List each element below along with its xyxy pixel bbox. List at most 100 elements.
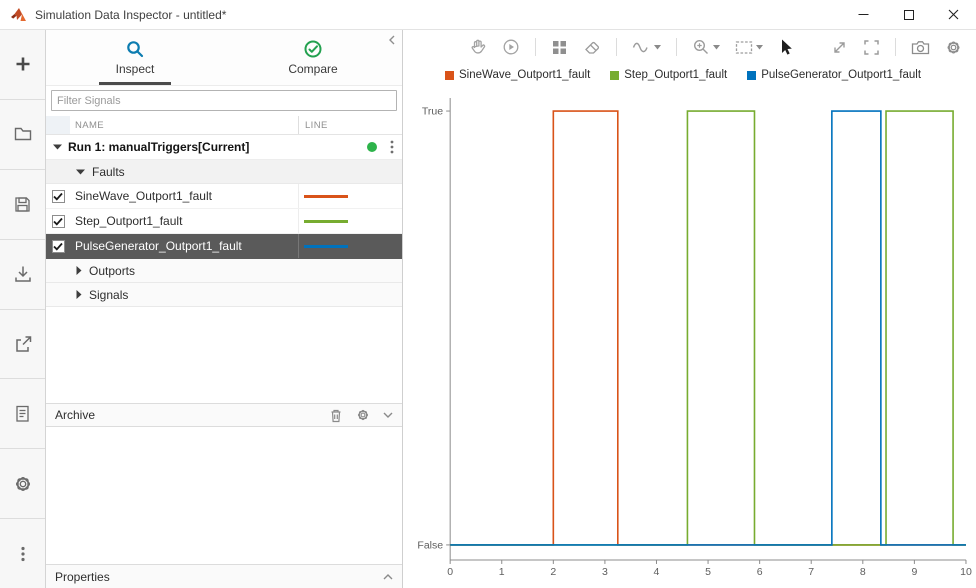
plot-toolbar	[403, 30, 976, 64]
clear-plots-button[interactable]	[583, 38, 601, 56]
wave-icon	[632, 40, 651, 55]
caret-down-icon	[713, 45, 720, 50]
save-button[interactable]	[0, 170, 45, 240]
gear-icon	[945, 39, 962, 56]
legend-swatch	[445, 71, 454, 80]
open-button[interactable]	[0, 100, 45, 170]
archive-header[interactable]: Archive	[46, 403, 402, 427]
signal-plot[interactable]: 012345678910TrueFalse	[403, 86, 976, 588]
signal-name: PulseGenerator_Outport1_fault	[70, 239, 298, 253]
zoom-button[interactable]	[692, 38, 720, 56]
maximize-button[interactable]	[886, 0, 931, 29]
svg-text:True: True	[422, 106, 443, 118]
expander-down-icon[interactable]	[76, 169, 85, 175]
svg-text:6: 6	[757, 566, 763, 578]
export-arrow-icon	[13, 334, 33, 354]
legend-swatch	[610, 71, 619, 80]
svg-text:9: 9	[911, 566, 917, 578]
import-button[interactable]	[0, 240, 45, 310]
run-row[interactable]: Run 1: manualTriggers[Current]	[46, 135, 402, 160]
search-icon	[125, 39, 145, 59]
maximize-plot-button[interactable]	[863, 39, 880, 56]
plot-panel: SineWave_Outport1_fault Step_Outport1_fa…	[403, 30, 976, 588]
svg-text:4: 4	[654, 566, 660, 578]
tab-inspect[interactable]: Inspect	[46, 30, 224, 85]
name-column-header: NAME	[70, 120, 298, 131]
subplot-layout-button[interactable]	[551, 39, 568, 56]
create-report-button[interactable]	[0, 379, 45, 449]
group-row-signals[interactable]: Signals	[46, 283, 402, 307]
expand-diagonal-icon	[831, 39, 848, 56]
separator	[676, 38, 677, 56]
check-icon	[53, 217, 63, 226]
eraser-icon	[583, 38, 601, 56]
play-circle-icon	[502, 38, 520, 56]
signal-checkbox[interactable]	[52, 190, 65, 203]
legend-item: SineWave_Outport1_fault	[445, 69, 590, 81]
tab-compare[interactable]: Compare	[224, 30, 402, 85]
legend-label: SineWave_Outport1_fault	[459, 69, 590, 81]
group-row-faults[interactable]: Faults	[46, 160, 402, 184]
collapse-panel-icon[interactable]	[388, 34, 396, 48]
group-label: Outports	[89, 264, 135, 278]
group-row-outports[interactable]: Outports	[46, 259, 402, 283]
legend-item: Step_Outport1_fault	[610, 69, 727, 81]
signal-row-step[interactable]: Step_Outport1_fault	[46, 209, 402, 234]
run-status-badge	[367, 142, 377, 152]
signal-checkbox[interactable]	[52, 215, 65, 228]
signal-line-swatch	[304, 245, 348, 248]
archive-empty-area	[46, 427, 402, 564]
zoom-region-button[interactable]	[735, 40, 763, 55]
snapshot-button[interactable]	[911, 39, 930, 56]
tab-inspect-label: Inspect	[116, 62, 155, 76]
export-button[interactable]	[0, 310, 45, 380]
close-button[interactable]	[931, 0, 976, 29]
svg-text:7: 7	[808, 566, 814, 578]
import-arrow-icon	[13, 264, 33, 284]
left-toolbar	[0, 30, 46, 588]
expander-right-icon[interactable]	[76, 290, 82, 299]
fit-to-view-button[interactable]	[831, 39, 848, 56]
legend-item: PulseGenerator_Outport1_fault	[747, 69, 921, 81]
chevron-up-icon[interactable]	[383, 574, 393, 580]
replay-button[interactable]	[502, 38, 520, 56]
signal-row-pulsegenerator[interactable]: PulseGenerator_Outport1_fault	[46, 234, 402, 259]
plot-settings-button[interactable]	[945, 39, 962, 56]
signal-name: SineWave_Outport1_fault	[70, 189, 298, 203]
separator	[895, 38, 896, 56]
preferences-button[interactable]	[0, 449, 45, 519]
properties-header[interactable]: Properties	[46, 564, 402, 588]
signal-name: Step_Outport1_fault	[70, 214, 298, 228]
more-options-button[interactable]	[0, 519, 45, 588]
line-cell	[298, 209, 402, 233]
folder-icon	[13, 124, 33, 144]
signal-row-sinewave[interactable]: SineWave_Outport1_fault	[46, 184, 402, 209]
vertical-ellipsis-icon	[14, 545, 32, 563]
svg-text:1: 1	[499, 566, 505, 578]
archive-settings-gear-icon[interactable]	[356, 408, 370, 422]
pan-button[interactable]	[469, 38, 487, 56]
svg-text:0: 0	[447, 566, 453, 578]
expander-down-icon[interactable]	[53, 144, 62, 150]
properties-label: Properties	[55, 570, 110, 584]
signal-checkbox[interactable]	[52, 240, 65, 253]
signal-style-button[interactable]	[632, 40, 661, 55]
filter-signals-input[interactable]	[51, 90, 397, 111]
trash-icon[interactable]	[329, 408, 343, 423]
table-header: NAME LINE	[46, 116, 402, 135]
select-arrow-button[interactable]	[778, 38, 794, 57]
run-options-icon[interactable]	[390, 140, 394, 154]
chevron-down-icon[interactable]	[383, 412, 393, 418]
plus-icon	[13, 54, 33, 74]
window-title: Simulation Data Inspector - untitled*	[35, 8, 226, 22]
check-icon	[53, 192, 63, 201]
legend-label: Step_Outport1_fault	[624, 69, 727, 81]
caret-down-icon	[756, 45, 763, 50]
plot-legend: SineWave_Outport1_fault Step_Outport1_fa…	[403, 64, 976, 86]
plot-area: 012345678910TrueFalse	[403, 86, 976, 588]
floppy-disk-icon	[13, 195, 32, 214]
add-button[interactable]	[0, 30, 45, 100]
minimize-button[interactable]	[841, 0, 886, 29]
expander-right-icon[interactable]	[76, 266, 82, 275]
report-document-icon	[13, 404, 32, 423]
